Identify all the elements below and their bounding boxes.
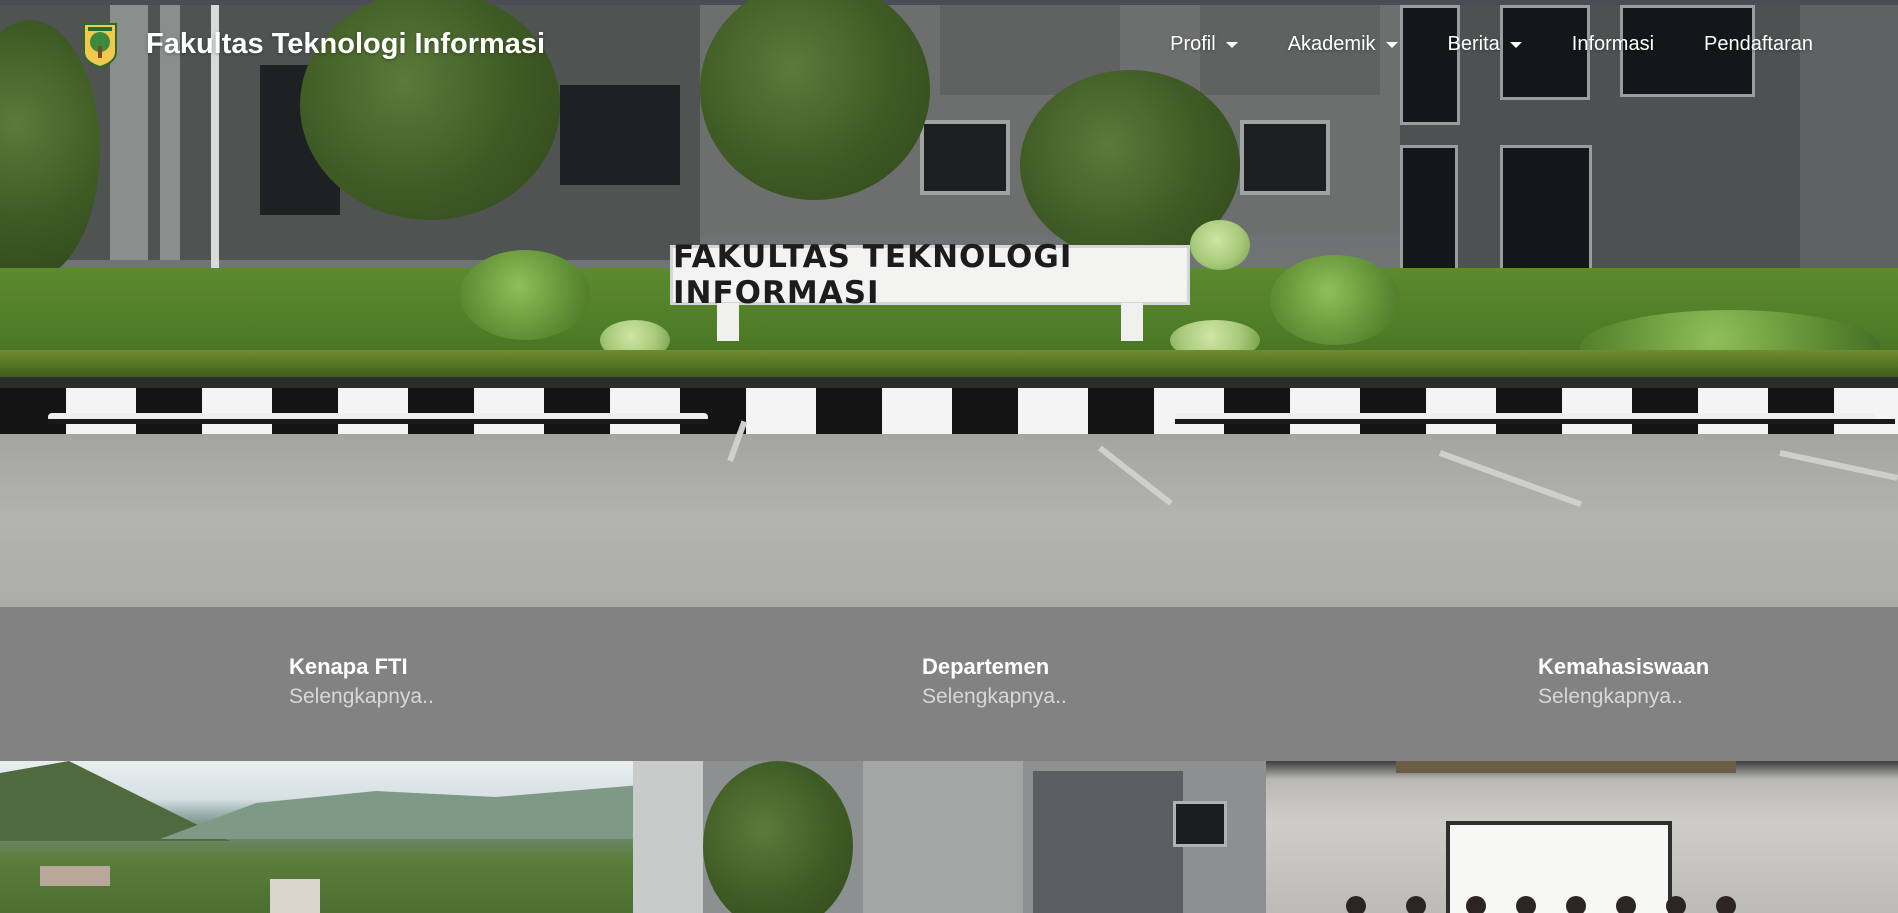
feature-more-link[interactable]: Selengkapnya.. [1538, 685, 1709, 709]
nav-item-label: Akademik [1287, 33, 1376, 55]
building-wall [633, 761, 703, 913]
shrub [1190, 220, 1250, 270]
photo-gallery [0, 761, 1898, 913]
feature-title: Kenapa FTI [289, 654, 408, 679]
hero-banner: FAKULTAS TEKNOLOGI INFORMASI Fakultas Te… [0, 0, 1898, 607]
nav-item-label: Profil [1170, 33, 1216, 55]
nav-item-label: Pendaftaran [1704, 33, 1813, 55]
railing-bar [1175, 419, 1895, 424]
person [1406, 896, 1426, 913]
feature-title: Departemen [922, 654, 1050, 679]
nav-item-pendaftaran[interactable]: Pendaftaran [1704, 33, 1813, 56]
campus-building [40, 866, 110, 886]
university-crest-icon[interactable] [82, 22, 118, 68]
nav-item-berita[interactable]: Berita [1448, 33, 1522, 56]
feature-departemen[interactable]: Departemen Selengkapnya.. [922, 654, 1067, 709]
building-window [1173, 801, 1227, 847]
building-wall [1033, 771, 1183, 913]
caret-down-icon [1225, 41, 1238, 48]
person [1716, 896, 1736, 913]
building-window [1500, 145, 1592, 275]
hedge [0, 350, 1898, 378]
campus-building [270, 879, 320, 913]
building-window [1400, 5, 1460, 125]
person [1346, 896, 1366, 913]
nav-item-label: Informasi [1571, 33, 1655, 55]
page: FAKULTAS TEKNOLOGI INFORMASI Fakultas Te… [0, 0, 1898, 913]
nav-item-akademik[interactable]: Akademik [1288, 33, 1398, 56]
person [1666, 896, 1686, 913]
feature-kenapa-fti[interactable]: Kenapa FTI Selengkapnya.. [289, 654, 434, 709]
faculty-sign-text: FAKULTAS TEKNOLOGI INFORMASI [673, 239, 1073, 311]
gallery-photo-meeting-room[interactable] [1266, 761, 1898, 913]
tree [703, 761, 853, 913]
nav-item-profil[interactable]: Profil [1170, 33, 1238, 56]
brand-title[interactable]: Fakultas Teknologi Informasi [146, 28, 545, 61]
feature-title: Kemahasiswaan [1538, 654, 1710, 679]
gallery-photo-campus-aerial[interactable] [0, 761, 633, 913]
faculty-sign: FAKULTAS TEKNOLOGI INFORMASI [670, 239, 1190, 311]
building-window [920, 120, 1010, 195]
person [1616, 896, 1636, 913]
nav-item-informasi[interactable]: Informasi [1572, 33, 1654, 56]
shrub [1270, 255, 1400, 345]
building-window [1400, 145, 1458, 275]
striped-curb [0, 388, 1898, 434]
caret-down-icon [1509, 41, 1522, 48]
mountain [160, 785, 633, 839]
building-wall [863, 761, 1023, 913]
features-band: Kenapa FTI Selengkapnya.. Departemen Sel… [0, 607, 1898, 761]
feature-more-link[interactable]: Selengkapnya.. [922, 685, 1067, 709]
caret-down-icon [1385, 41, 1398, 48]
shrub [460, 250, 590, 340]
person [1566, 896, 1586, 913]
railing-bar [48, 419, 708, 424]
feature-more-link[interactable]: Selengkapnya.. [289, 685, 434, 709]
ceiling-light [1396, 761, 1736, 773]
main-nav: Profil Akademik Berita Informasi Pendaft… [1170, 33, 1813, 56]
person [1466, 896, 1486, 913]
person [1516, 896, 1536, 913]
gallery-photo-building[interactable] [633, 761, 1266, 913]
sign-leg [1121, 303, 1143, 341]
sign-leg [717, 303, 739, 341]
building-window [560, 85, 680, 185]
building-window [1240, 120, 1330, 195]
pavement [0, 434, 1898, 607]
nav-item-label: Berita [1447, 33, 1500, 55]
feature-kemahasiswaan[interactable]: Kemahasiswaan Selengkapnya.. [1538, 654, 1709, 709]
